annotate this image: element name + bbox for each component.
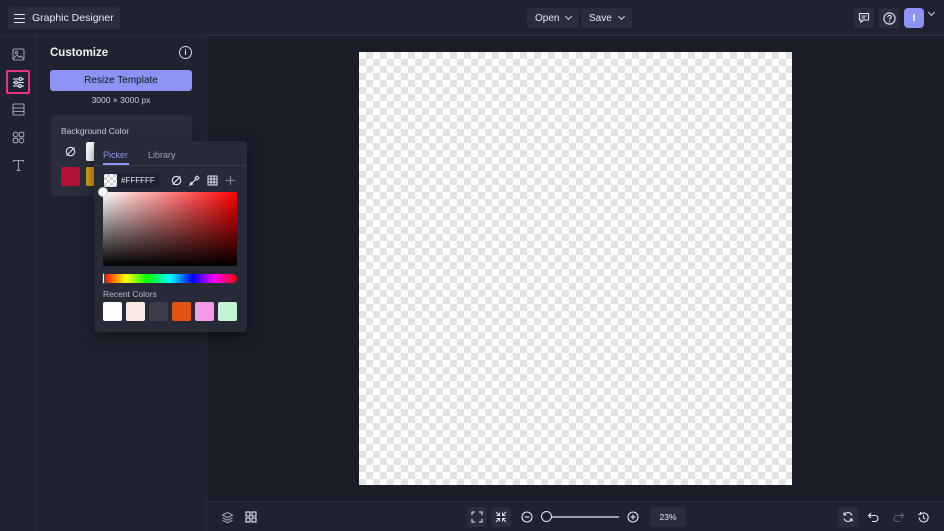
recent-color-swatch[interactable] (126, 302, 145, 321)
canvas-size-text: 3000 × 3000 px (91, 95, 151, 105)
history-icon (917, 511, 929, 523)
text-icon (12, 159, 24, 171)
hamburger-icon (14, 13, 25, 23)
top-bar: Graphic Designer Open Save I (0, 0, 944, 36)
open-label: Open (535, 12, 560, 24)
grid-view-button[interactable] (241, 507, 261, 527)
bg-swatch-red[interactable] (61, 167, 80, 186)
history-button[interactable] (913, 507, 933, 527)
fit-to-screen-button[interactable] (467, 507, 487, 527)
comments-button[interactable] (854, 8, 874, 28)
save-button[interactable]: Save (581, 8, 632, 28)
eyedropper-tool[interactable] (188, 174, 201, 187)
grid-view-icon (245, 511, 257, 523)
zoom-percentage[interactable]: 23% (650, 507, 686, 527)
resize-template-button[interactable]: Resize Template (50, 70, 192, 91)
rail-layout[interactable] (6, 97, 30, 121)
open-button[interactable]: Open (527, 8, 580, 28)
divider (94, 165, 247, 166)
chevron-down-icon (565, 12, 573, 21)
no-color-icon (171, 175, 182, 186)
panel-title: Customize (50, 47, 109, 59)
rail-graphics[interactable] (6, 125, 30, 149)
save-label: Save (589, 12, 612, 24)
refresh-icon (843, 511, 853, 523)
redo-icon (893, 512, 904, 523)
recent-color-swatch[interactable] (195, 302, 214, 321)
expand-icon (471, 511, 483, 523)
current-color-swatch (104, 174, 117, 187)
user-avatar[interactable]: I (904, 8, 924, 28)
account-chevron-icon[interactable] (927, 8, 936, 17)
layers-icon (220, 511, 234, 523)
actual-size-button[interactable] (491, 507, 511, 527)
tab-library[interactable]: Library (148, 150, 176, 160)
eyedropper-icon (189, 175, 200, 186)
rail-customize[interactable] (6, 70, 30, 94)
layout-icon (11, 102, 25, 116)
app-title: Graphic Designer (32, 12, 114, 24)
add-color-button[interactable] (224, 174, 237, 187)
no-color-tool[interactable] (170, 174, 183, 187)
help-icon (882, 11, 896, 25)
info-icon[interactable]: i (179, 46, 192, 59)
undo-icon (867, 512, 878, 523)
saturation-area[interactable] (103, 192, 237, 266)
hue-slider[interactable] (103, 274, 237, 283)
zoom-out-icon (521, 511, 533, 523)
chevron-down-icon (617, 12, 625, 21)
refresh-button[interactable] (838, 507, 858, 527)
hex-value: #FFFFFF (121, 176, 155, 185)
recent-color-swatch[interactable] (103, 302, 122, 321)
grid-swatches-tool[interactable] (206, 174, 219, 187)
color-picker-popover: Picker Library #FFFFFF Recent Colors (94, 141, 247, 332)
recent-color-swatch[interactable] (149, 302, 168, 321)
recent-colors-label: Recent Colors (103, 289, 157, 299)
hex-input[interactable]: #FFFFFF (103, 173, 159, 188)
redo-button[interactable] (888, 507, 908, 527)
sliders-icon (12, 76, 24, 88)
zoom-in-button[interactable] (623, 507, 643, 527)
bottom-bar: 23% (207, 501, 944, 531)
help-button[interactable] (879, 8, 899, 28)
rail-images[interactable] (6, 42, 30, 66)
app-menu-button[interactable]: Graphic Designer (8, 7, 120, 29)
tab-picker[interactable]: Picker (103, 150, 128, 160)
zoom-out-button[interactable] (517, 507, 537, 527)
no-color-button[interactable] (61, 142, 80, 161)
zoom-slider-handle[interactable] (541, 511, 552, 522)
hue-handle[interactable] (102, 273, 105, 284)
zoom-in-icon (627, 511, 639, 523)
graphics-icon (12, 131, 24, 143)
saturation-handle[interactable] (98, 187, 108, 197)
no-color-icon (65, 146, 76, 157)
background-color-label: Background Color (61, 126, 130, 136)
image-icon (11, 47, 25, 61)
recent-color-swatch[interactable] (172, 302, 191, 321)
rail-text[interactable] (6, 153, 30, 177)
design-canvas[interactable] (359, 52, 792, 485)
tool-rail (0, 36, 36, 531)
collapse-icon (495, 511, 507, 523)
zoom-slider-track[interactable] (546, 516, 619, 518)
undo-button[interactable] (863, 507, 883, 527)
plus-icon (226, 176, 235, 185)
grid-icon (207, 175, 218, 186)
comment-icon (858, 12, 870, 24)
recent-color-swatch[interactable] (218, 302, 237, 321)
layers-button[interactable] (217, 507, 237, 527)
workspace (207, 36, 944, 501)
